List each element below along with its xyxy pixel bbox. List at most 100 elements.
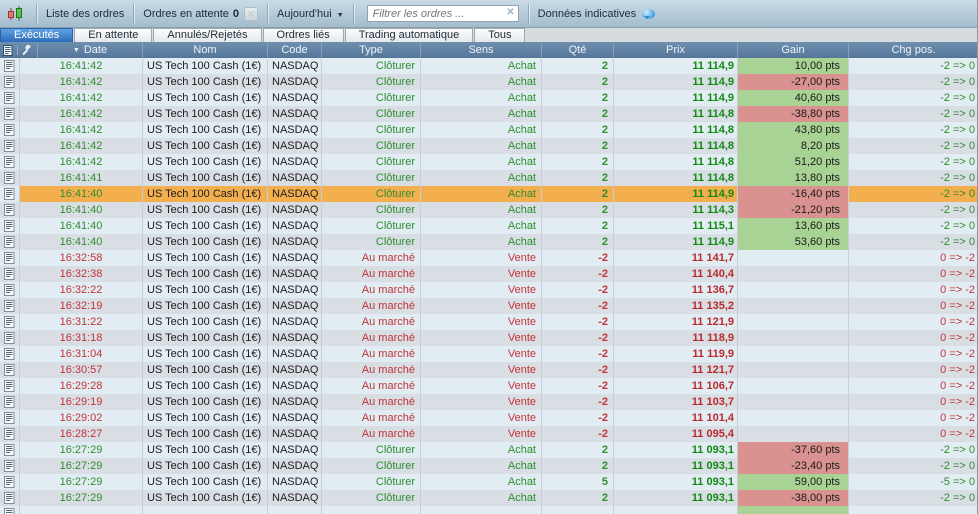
table-row[interactable]: 16:41:40 US Tech 100 Cash (1€) NASDAQ Cl… [0, 218, 978, 234]
table-row[interactable]: 16:29:28 US Tech 100 Cash (1€) NASDAQ Au… [0, 378, 978, 394]
table-row[interactable]: 16:41:42 US Tech 100 Cash (1€) NASDAQ Cl… [0, 90, 978, 106]
column-header-date[interactable]: ▼ Date [38, 42, 143, 58]
order-details-icon[interactable] [0, 218, 20, 234]
order-details-icon[interactable] [0, 74, 20, 90]
order-side-cell: Vente [421, 250, 542, 266]
orders-table-body: 16:41:42 US Tech 100 Cash (1€) NASDAQ Cl… [0, 58, 978, 514]
order-gain-cell: -37,60 pts [738, 442, 849, 458]
column-header-code[interactable]: Code [268, 42, 322, 58]
order-details-icon[interactable] [0, 474, 20, 490]
column-header-qte[interactable]: Qté [542, 42, 614, 58]
order-qty-cell: -2 [542, 282, 614, 298]
order-details-icon[interactable] [0, 346, 20, 362]
table-row[interactable]: 16:41:42 US Tech 100 Cash (1€) NASDAQ Cl… [0, 122, 978, 138]
list-orders-button[interactable]: Liste des ordres [46, 8, 124, 20]
order-details-icon[interactable] [0, 122, 20, 138]
order-side-cell: Achat [421, 154, 542, 170]
column-header-gain[interactable]: Gain [738, 42, 849, 58]
order-details-icon[interactable] [0, 314, 20, 330]
table-row[interactable]: 16:41:41 US Tech 100 Cash (1€) NASDAQ Cl… [0, 170, 978, 186]
table-row[interactable]: 16:41:42 US Tech 100 Cash (1€) NASDAQ Cl… [0, 106, 978, 122]
order-details-icon[interactable] [0, 330, 20, 346]
order-gain-cell: 10,00 pts [738, 58, 849, 74]
order-details-icon[interactable] [0, 266, 20, 282]
order-chg-pos-cell: 0 => -2 [940, 364, 975, 376]
order-type-cell: Au marché [322, 298, 421, 314]
table-row[interactable]: 16:32:38 US Tech 100 Cash (1€) NASDAQ Au… [0, 266, 978, 282]
column-header-chg-pos[interactable]: Chg pos. [849, 42, 978, 58]
order-qty-cell: -2 [542, 298, 614, 314]
table-row[interactable]: 16:29:02 US Tech 100 Cash (1€) NASDAQ Au… [0, 410, 978, 426]
order-code-cell: NASDAQ [268, 58, 322, 74]
order-chg-pos-cell: -2 => 0 [940, 76, 975, 88]
order-details-icon[interactable] [0, 154, 20, 170]
table-row[interactable]: 16:27:29 US Tech 100 Cash (1€) NASDAQ Cl… [0, 474, 978, 490]
order-time-cell: 16:31:18 [20, 330, 143, 346]
table-row[interactable]: 16:32:19 US Tech 100 Cash (1€) NASDAQ Au… [0, 298, 978, 314]
tab-executes[interactable]: Exécutés [0, 28, 74, 42]
table-row[interactable]: 16:41:40 US Tech 100 Cash (1€) NASDAQ Cl… [0, 186, 978, 202]
order-chg-pos-cell: 0 => -2 [940, 428, 975, 440]
order-details-icon[interactable] [0, 90, 20, 106]
table-row[interactable]: 16:41:40 US Tech 100 Cash (1€) NASDAQ Cl… [0, 202, 978, 218]
order-details-icon[interactable] [0, 282, 20, 298]
order-details-icon[interactable] [0, 426, 20, 442]
table-row[interactable]: 16:27:29 US Tech 100 Cash (1€) NASDAQ Cl… [0, 442, 978, 458]
column-header-nom[interactable]: Nom [143, 42, 268, 58]
table-row[interactable]: 16:41:42 US Tech 100 Cash (1€) NASDAQ Cl… [0, 154, 978, 170]
help-balloon-icon[interactable] [642, 8, 656, 19]
table-row[interactable]: 16:41:42 US Tech 100 Cash (1€) NASDAQ Cl… [0, 138, 978, 154]
order-details-icon[interactable] [0, 186, 20, 202]
clear-pending-icon[interactable]: ✕ [244, 6, 258, 21]
order-details-icon[interactable] [0, 394, 20, 410]
table-row[interactable]: 16:41:42 US Tech 100 Cash (1€) NASDAQ Cl… [0, 58, 978, 74]
table-row[interactable]: 16:31:22 US Tech 100 Cash (1€) NASDAQ Au… [0, 314, 978, 330]
order-details-icon[interactable] [0, 202, 20, 218]
table-row[interactable]: 16:31:04 US Tech 100 Cash (1€) NASDAQ Au… [0, 346, 978, 362]
tab-trading-automatique[interactable]: Trading automatique [344, 28, 474, 42]
order-time-cell: 16:41:40 [20, 234, 143, 250]
tab-tous[interactable]: Tous [474, 28, 526, 42]
table-row[interactable]: 16:29:19 US Tech 100 Cash (1€) NASDAQ Au… [0, 394, 978, 410]
table-row[interactable]: 16:28:27 US Tech 100 Cash (1€) NASDAQ Au… [0, 426, 978, 442]
order-gain-cell: 43,80 pts [738, 122, 849, 138]
order-details-icon[interactable] [0, 442, 20, 458]
order-type-cell: Au marché [322, 346, 421, 362]
order-details-icon[interactable] [0, 298, 20, 314]
wrench-icon[interactable] [21, 44, 33, 56]
order-details-icon[interactable] [0, 506, 20, 514]
tab-en-attente[interactable]: En attente [74, 28, 153, 42]
order-details-icon[interactable] [0, 234, 20, 250]
clear-filter-icon[interactable]: ✕ [506, 7, 514, 18]
order-details-icon[interactable] [0, 58, 20, 74]
order-details-icon[interactable] [0, 138, 20, 154]
table-row[interactable]: 16:27:29 US Tech 100 Cash (1€) NASDAQ Cl… [0, 458, 978, 474]
document-icon[interactable] [3, 44, 14, 56]
order-details-icon[interactable] [0, 250, 20, 266]
column-header-prix[interactable]: Prix [614, 42, 738, 58]
period-dropdown[interactable]: Aujourd'hui ▼ [277, 8, 344, 20]
order-details-icon[interactable] [0, 378, 20, 394]
order-time-cell: 16:31:04 [20, 346, 143, 362]
order-details-icon[interactable] [0, 362, 20, 378]
order-details-icon[interactable] [0, 106, 20, 122]
order-qty-cell: -2 [542, 314, 614, 330]
table-row[interactable]: 16:30:57 US Tech 100 Cash (1€) NASDAQ Au… [0, 362, 978, 378]
table-row[interactable]: 16:32:58 US Tech 100 Cash (1€) NASDAQ Au… [0, 250, 978, 266]
tab-ordres-lies[interactable]: Ordres liés [262, 28, 344, 42]
order-details-icon[interactable] [0, 458, 20, 474]
column-header-sens[interactable]: Sens [421, 42, 542, 58]
filter-orders-input[interactable] [366, 5, 519, 22]
table-row[interactable]: 16:27:29 US Tech 100 Cash (1€) NASDAQ Cl… [0, 490, 978, 506]
table-row[interactable]: 16:31:18 US Tech 100 Cash (1€) NASDAQ Au… [0, 330, 978, 346]
order-details-icon[interactable] [0, 410, 20, 426]
order-details-icon[interactable] [0, 490, 20, 506]
table-row[interactable]: 16:41:42 US Tech 100 Cash (1€) NASDAQ Cl… [0, 74, 978, 90]
table-row[interactable]: 16:41:40 US Tech 100 Cash (1€) NASDAQ Cl… [0, 234, 978, 250]
table-row[interactable]: 16:32:22 US Tech 100 Cash (1€) NASDAQ Au… [0, 282, 978, 298]
column-header-type[interactable]: Type [322, 42, 421, 58]
order-qty-cell: -2 [542, 330, 614, 346]
tab-annules-rejetes[interactable]: Annulés/Rejetés [153, 28, 262, 42]
order-details-icon[interactable] [0, 170, 20, 186]
table-row[interactable] [0, 506, 978, 514]
